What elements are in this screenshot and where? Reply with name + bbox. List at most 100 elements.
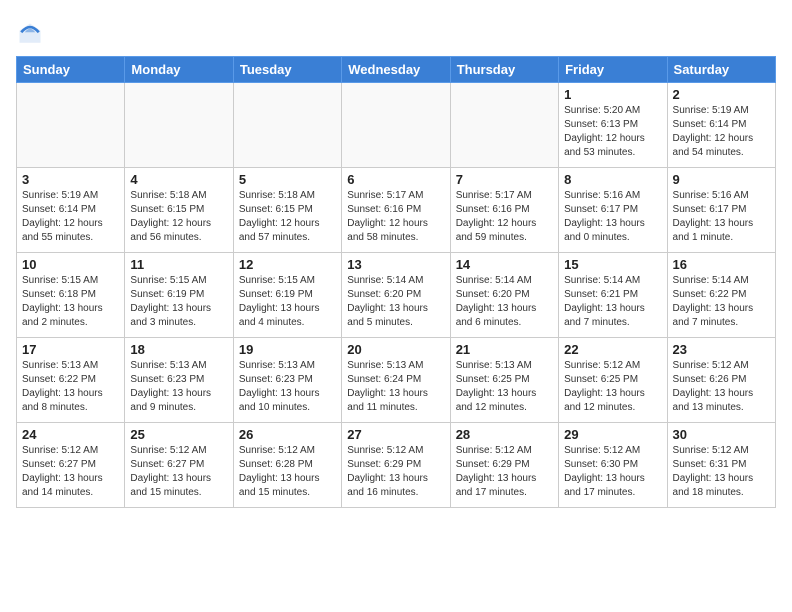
calendar-cell: 23Sunrise: 5:12 AM Sunset: 6:26 PM Dayli… [667,338,775,423]
day-number: 16 [673,257,770,272]
day-number: 26 [239,427,336,442]
calendar-week-5: 24 Sunrise: 5:12 AM Sunset: 6:27 PM Dayli… [17,423,776,508]
day-number: 7 [456,172,553,187]
day-info: Sunrise: 5:12 AM Sunset: 6:26 PM Dayligh… [673,359,770,415]
calendar-cell: 12 Sunrise: 5:15 AM Sunset: 6:19 PM Dayli… [233,253,341,338]
day-number: 21 [456,342,553,357]
calendar-cell [17,83,125,168]
day-number: 29 [564,427,661,442]
calendar-cell: 21 Sunrise: 5:13 AM Sunset: 6:25 PM Dayli… [450,338,558,423]
weekday-header-monday: Monday [125,57,233,83]
calendar-cell: 10 Sunrise: 5:15 AM Sunset: 6:18 PM Dayli… [17,253,125,338]
day-info: Sunrise: 5:13 AM Sunset: 6:23 PM Dayligh… [130,359,227,415]
day-number: 3 [22,172,119,187]
day-info: Sunrise: 5:20 AM Sunset: 6:13 PM Dayligh… [564,104,661,160]
calendar-cell: 6 Sunrise: 5:17 AM Sunset: 6:16 PM Daylig… [342,168,450,253]
day-info: Sunrise: 5:12 AM Sunset: 6:30 PM Dayligh… [564,444,661,500]
weekday-header-row: SundayMondayTuesdayWednesdayThursdayFrid… [17,57,776,83]
calendar-cell: 13 Sunrise: 5:14 AM Sunset: 6:20 PM Dayli… [342,253,450,338]
calendar-cell: 18 Sunrise: 5:13 AM Sunset: 6:23 PM Dayli… [125,338,233,423]
weekday-header-friday: Friday [559,57,667,83]
day-info: Sunrise: 5:13 AM Sunset: 6:22 PM Dayligh… [22,359,119,415]
day-info: Sunrise: 5:17 AM Sunset: 6:16 PM Dayligh… [347,189,444,245]
day-number: 25 [130,427,227,442]
calendar-table: SundayMondayTuesdayWednesdayThursdayFrid… [16,56,776,508]
day-info: Sunrise: 5:18 AM Sunset: 6:15 PM Dayligh… [239,189,336,245]
day-number: 8 [564,172,661,187]
calendar-cell: 19 Sunrise: 5:13 AM Sunset: 6:23 PM Dayli… [233,338,341,423]
day-info: Sunrise: 5:13 AM Sunset: 6:23 PM Dayligh… [239,359,336,415]
weekday-header-wednesday: Wednesday [342,57,450,83]
weekday-header-tuesday: Tuesday [233,57,341,83]
calendar-cell: 1 Sunrise: 5:20 AM Sunset: 6:13 PM Daylig… [559,83,667,168]
day-info: Sunrise: 5:12 AM Sunset: 6:27 PM Dayligh… [130,444,227,500]
day-number: 24 [22,427,119,442]
day-info: Sunrise: 5:19 AM Sunset: 6:14 PM Dayligh… [673,104,770,160]
day-info: Sunrise: 5:12 AM Sunset: 6:27 PM Dayligh… [22,444,119,500]
logo-icon [16,20,44,48]
calendar-cell: 3Sunrise: 5:19 AM Sunset: 6:14 PM Daylig… [17,168,125,253]
calendar-cell: 22 Sunrise: 5:12 AM Sunset: 6:25 PM Dayli… [559,338,667,423]
calendar-cell: 30Sunrise: 5:12 AM Sunset: 6:31 PM Dayli… [667,423,775,508]
day-number: 1 [564,87,661,102]
day-info: Sunrise: 5:12 AM Sunset: 6:29 PM Dayligh… [347,444,444,500]
day-info: Sunrise: 5:15 AM Sunset: 6:18 PM Dayligh… [22,274,119,330]
day-number: 19 [239,342,336,357]
weekday-header-sunday: Sunday [17,57,125,83]
calendar-cell: 26 Sunrise: 5:12 AM Sunset: 6:28 PM Dayli… [233,423,341,508]
day-info: Sunrise: 5:12 AM Sunset: 6:25 PM Dayligh… [564,359,661,415]
day-number: 20 [347,342,444,357]
calendar-cell [450,83,558,168]
day-info: Sunrise: 5:14 AM Sunset: 6:21 PM Dayligh… [564,274,661,330]
day-number: 14 [456,257,553,272]
calendar-cell: 17 Sunrise: 5:13 AM Sunset: 6:22 PM Dayli… [17,338,125,423]
day-number: 5 [239,172,336,187]
day-number: 2 [673,87,770,102]
calendar-cell: 25 Sunrise: 5:12 AM Sunset: 6:27 PM Dayli… [125,423,233,508]
day-info: Sunrise: 5:12 AM Sunset: 6:28 PM Dayligh… [239,444,336,500]
weekday-header-saturday: Saturday [667,57,775,83]
calendar-week-4: 17 Sunrise: 5:13 AM Sunset: 6:22 PM Dayli… [17,338,776,423]
day-number: 13 [347,257,444,272]
calendar-cell [233,83,341,168]
day-info: Sunrise: 5:14 AM Sunset: 6:20 PM Dayligh… [456,274,553,330]
calendar-cell: 4Sunrise: 5:18 AM Sunset: 6:15 PM Daylig… [125,168,233,253]
day-info: Sunrise: 5:15 AM Sunset: 6:19 PM Dayligh… [239,274,336,330]
page-header [16,16,776,48]
weekday-header-thursday: Thursday [450,57,558,83]
calendar-cell: 15Sunrise: 5:14 AM Sunset: 6:21 PM Dayli… [559,253,667,338]
day-number: 27 [347,427,444,442]
day-number: 30 [673,427,770,442]
calendar-cell: 24 Sunrise: 5:12 AM Sunset: 6:27 PM Dayli… [17,423,125,508]
day-number: 11 [130,257,227,272]
day-number: 12 [239,257,336,272]
calendar-cell: 20Sunrise: 5:13 AM Sunset: 6:24 PM Dayli… [342,338,450,423]
calendar-cell: 5 Sunrise: 5:18 AM Sunset: 6:15 PM Daylig… [233,168,341,253]
calendar-cell: 29 Sunrise: 5:12 AM Sunset: 6:30 PM Dayli… [559,423,667,508]
calendar-week-1: 1 Sunrise: 5:20 AM Sunset: 6:13 PM Daylig… [17,83,776,168]
calendar-cell [125,83,233,168]
day-info: Sunrise: 5:14 AM Sunset: 6:22 PM Dayligh… [673,274,770,330]
day-info: Sunrise: 5:18 AM Sunset: 6:15 PM Dayligh… [130,189,227,245]
day-number: 6 [347,172,444,187]
calendar-week-2: 3Sunrise: 5:19 AM Sunset: 6:14 PM Daylig… [17,168,776,253]
day-number: 28 [456,427,553,442]
calendar-cell: 27 Sunrise: 5:12 AM Sunset: 6:29 PM Dayli… [342,423,450,508]
day-info: Sunrise: 5:16 AM Sunset: 6:17 PM Dayligh… [564,189,661,245]
day-number: 9 [673,172,770,187]
day-info: Sunrise: 5:12 AM Sunset: 6:29 PM Dayligh… [456,444,553,500]
calendar-cell: 7Sunrise: 5:17 AM Sunset: 6:16 PM Daylig… [450,168,558,253]
calendar-cell: 9Sunrise: 5:16 AM Sunset: 6:17 PM Daylig… [667,168,775,253]
calendar-week-3: 10 Sunrise: 5:15 AM Sunset: 6:18 PM Dayli… [17,253,776,338]
day-number: 18 [130,342,227,357]
day-number: 17 [22,342,119,357]
day-number: 22 [564,342,661,357]
logo [16,20,48,48]
day-info: Sunrise: 5:13 AM Sunset: 6:25 PM Dayligh… [456,359,553,415]
day-info: Sunrise: 5:14 AM Sunset: 6:20 PM Dayligh… [347,274,444,330]
calendar-cell [342,83,450,168]
calendar-cell: 28 Sunrise: 5:12 AM Sunset: 6:29 PM Dayli… [450,423,558,508]
calendar-cell: 14 Sunrise: 5:14 AM Sunset: 6:20 PM Dayli… [450,253,558,338]
day-number: 10 [22,257,119,272]
calendar-cell: 16 Sunrise: 5:14 AM Sunset: 6:22 PM Dayli… [667,253,775,338]
